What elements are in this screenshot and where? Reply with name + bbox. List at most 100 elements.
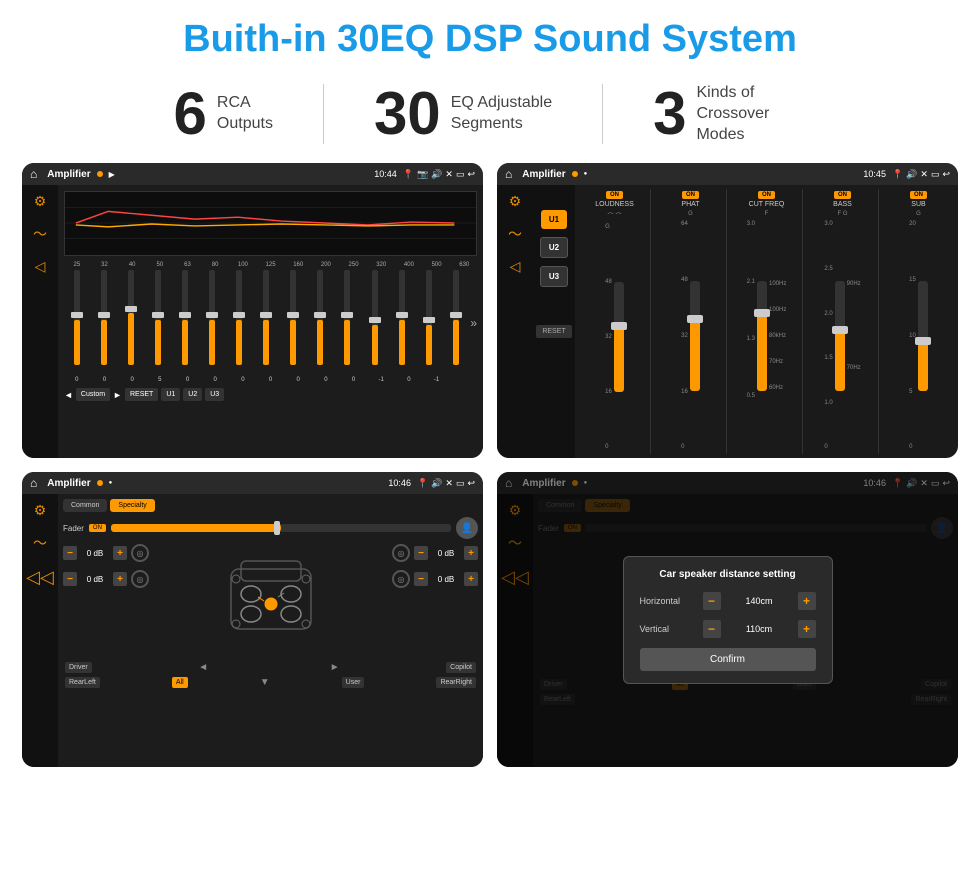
vertical-plus-button[interactable]: + — [798, 620, 816, 638]
eq-slider-1[interactable] — [64, 270, 89, 375]
sub-on-badge[interactable]: ON — [910, 191, 927, 199]
common-tab[interactable]: Common — [63, 499, 107, 512]
eq-u1-button[interactable]: U1 — [161, 388, 180, 401]
profile-icon[interactable]: 👤 — [456, 517, 478, 539]
arrow-right[interactable]: ► — [315, 662, 355, 673]
eq-slider-9[interactable] — [281, 270, 306, 375]
user-label[interactable]: User — [342, 677, 365, 688]
loudness-slider[interactable]: G4832160 — [581, 222, 648, 452]
u3-button[interactable]: U3 — [540, 266, 568, 287]
cutfreq-on-badge[interactable]: ON — [758, 191, 775, 199]
loudness-on-badge[interactable]: ON — [606, 191, 623, 199]
cutfreq-slider[interactable]: 3.02.11.30.5 100Hz100Hz80kHz70Hz60Hz — [733, 219, 800, 452]
db-minus-4[interactable]: − — [414, 572, 428, 586]
vertical-minus-button[interactable]: − — [703, 620, 721, 638]
bass-on-badge[interactable]: ON — [834, 191, 851, 199]
u2-button[interactable]: U2 — [540, 237, 568, 258]
eq-bottom-bar: ◄ Custom ► RESET U1 U2 U3 — [64, 388, 477, 401]
eq-slider-2[interactable] — [91, 270, 116, 375]
status-time-3: 10:46 — [388, 478, 411, 488]
eq-expand-icon[interactable]: » — [470, 316, 477, 330]
screens-grid: ⌂ Amplifier ▶ 10:44 📍 📷 🔊 ✕ ▭ ↩ ⚙ 〜 ◁ — [0, 163, 980, 777]
arrow-down[interactable]: ▼ — [260, 677, 270, 688]
driver-label[interactable]: Driver — [65, 662, 92, 673]
eq-slider-15[interactable] — [443, 270, 468, 375]
sub-slider[interactable]: 20151050 — [885, 219, 952, 452]
eq-slider-5[interactable] — [172, 270, 197, 375]
phat-slider[interactable]: 644832160 — [657, 219, 724, 452]
location-icon-1: 📍 — [403, 169, 414, 180]
phat-label: PHAT — [681, 201, 699, 208]
back-icon-3[interactable]: ↩ — [467, 478, 475, 489]
bottom-label-row-2: RearLeft All ▼ User RearRight — [63, 677, 478, 688]
horizontal-minus-button[interactable]: − — [703, 592, 721, 610]
eq-u3-button[interactable]: U3 — [205, 388, 224, 401]
phat-on-badge[interactable]: ON — [682, 191, 699, 199]
amp-channels-area: ON LOUDNESS ⌒ ⌒ G4832160 — [575, 185, 958, 458]
rearright-label[interactable]: RearRight — [436, 677, 476, 688]
eq-sidebar-eq-icon[interactable]: ⚙ — [34, 193, 47, 210]
db-plus-3[interactable]: + — [464, 546, 478, 560]
db-minus-1[interactable]: − — [63, 546, 77, 560]
db-minus-2[interactable]: − — [63, 572, 77, 586]
db-plus-2[interactable]: + — [113, 572, 127, 586]
arrow-left[interactable]: ◄ — [183, 662, 223, 673]
rearleft-label[interactable]: RearLeft — [65, 677, 100, 688]
fader-on-badge[interactable]: ON — [89, 524, 106, 532]
eq-sidebar-wave-icon[interactable]: 〜 — [33, 224, 47, 244]
home-icon-1[interactable]: ⌂ — [30, 167, 37, 181]
horizontal-plus-button[interactable]: + — [798, 592, 816, 610]
speaker-sidebar-wave-icon[interactable]: 〜 — [33, 533, 47, 553]
db-plus-4[interactable]: + — [464, 572, 478, 586]
db-minus-3[interactable]: − — [414, 546, 428, 560]
eq-next-button[interactable]: ► — [113, 390, 122, 400]
eq-slider-11[interactable] — [335, 270, 360, 375]
db-plus-1[interactable]: + — [113, 546, 127, 560]
speaker-sidebar-eq-icon[interactable]: ⚙ — [34, 502, 47, 519]
speaker-sidebar-speaker-icon[interactable]: ◁◁ — [26, 567, 54, 588]
specialty-tab[interactable]: Specialty — [110, 499, 154, 512]
eq-custom-button[interactable]: Custom — [76, 388, 110, 401]
copilot-label[interactable]: Copilot — [446, 662, 476, 673]
loudness-curve-btn-2[interactable]: ⌒ — [616, 211, 622, 220]
all-label[interactable]: All — [172, 677, 188, 688]
back-icon-1[interactable]: ↩ — [467, 169, 475, 180]
back-icon-2[interactable]: ↩ — [942, 169, 950, 180]
eq-u2-button[interactable]: U2 — [183, 388, 202, 401]
db-value-3: 0 dB — [432, 549, 460, 558]
fader-slider[interactable] — [111, 524, 451, 532]
eq-prev-button[interactable]: ◄ — [64, 390, 73, 400]
stat-label-crossover: Kinds ofCrossover Modes — [696, 83, 806, 145]
amp-reset-button[interactable]: RESET — [536, 325, 571, 338]
amp-sidebar-speaker-icon[interactable]: ◁ — [510, 258, 521, 275]
left-db-controls: − 0 dB + ◎ − 0 dB + ◎ — [63, 544, 149, 654]
eq-slider-3[interactable] — [118, 270, 143, 375]
screen2-title: Amplifier — [522, 169, 565, 180]
eq-slider-13[interactable] — [389, 270, 414, 375]
amp-sidebar-wave-icon[interactable]: 〜 — [508, 224, 522, 244]
home-icon-2[interactable]: ⌂ — [505, 167, 512, 181]
stat-number-eq: 30 — [374, 84, 441, 144]
fader-label: Fader — [63, 524, 84, 533]
eq-slider-14[interactable] — [416, 270, 441, 375]
eq-slider-4[interactable] — [145, 270, 170, 375]
home-icon-3[interactable]: ⌂ — [30, 476, 37, 490]
amp-sidebar-eq-icon[interactable]: ⚙ — [509, 193, 522, 210]
status-icons-3: 📍 🔊 ✕ ▭ ↩ — [417, 478, 475, 489]
loudness-curve-btn-1[interactable]: ⌒ — [607, 211, 613, 220]
bass-slider[interactable]: 3.02.52.01.51.00 90Hz70Hz — [809, 219, 876, 452]
stat-number-crossover: 3 — [653, 84, 686, 144]
eq-slider-12[interactable] — [362, 270, 387, 375]
eq-slider-7[interactable] — [227, 270, 252, 375]
eq-reset-button[interactable]: RESET — [125, 388, 158, 401]
status-icons-1: 📍 📷 🔊 ✕ ▭ ↩ — [403, 169, 475, 180]
confirm-button[interactable]: Confirm — [640, 648, 816, 671]
eq-slider-10[interactable] — [308, 270, 333, 375]
eq-sidebar: ⚙ 〜 ◁ — [22, 185, 58, 458]
speaker-screen-content: ⚙ 〜 ◁◁ Common Specialty Fader ON — [22, 494, 483, 767]
eq-sidebar-speaker-icon[interactable]: ◁ — [35, 258, 46, 275]
eq-slider-8[interactable] — [254, 270, 279, 375]
eq-slider-6[interactable] — [199, 270, 224, 375]
speaker-main-area: Common Specialty Fader ON 👤 — [58, 494, 483, 767]
u1-button[interactable]: U1 — [541, 210, 567, 229]
